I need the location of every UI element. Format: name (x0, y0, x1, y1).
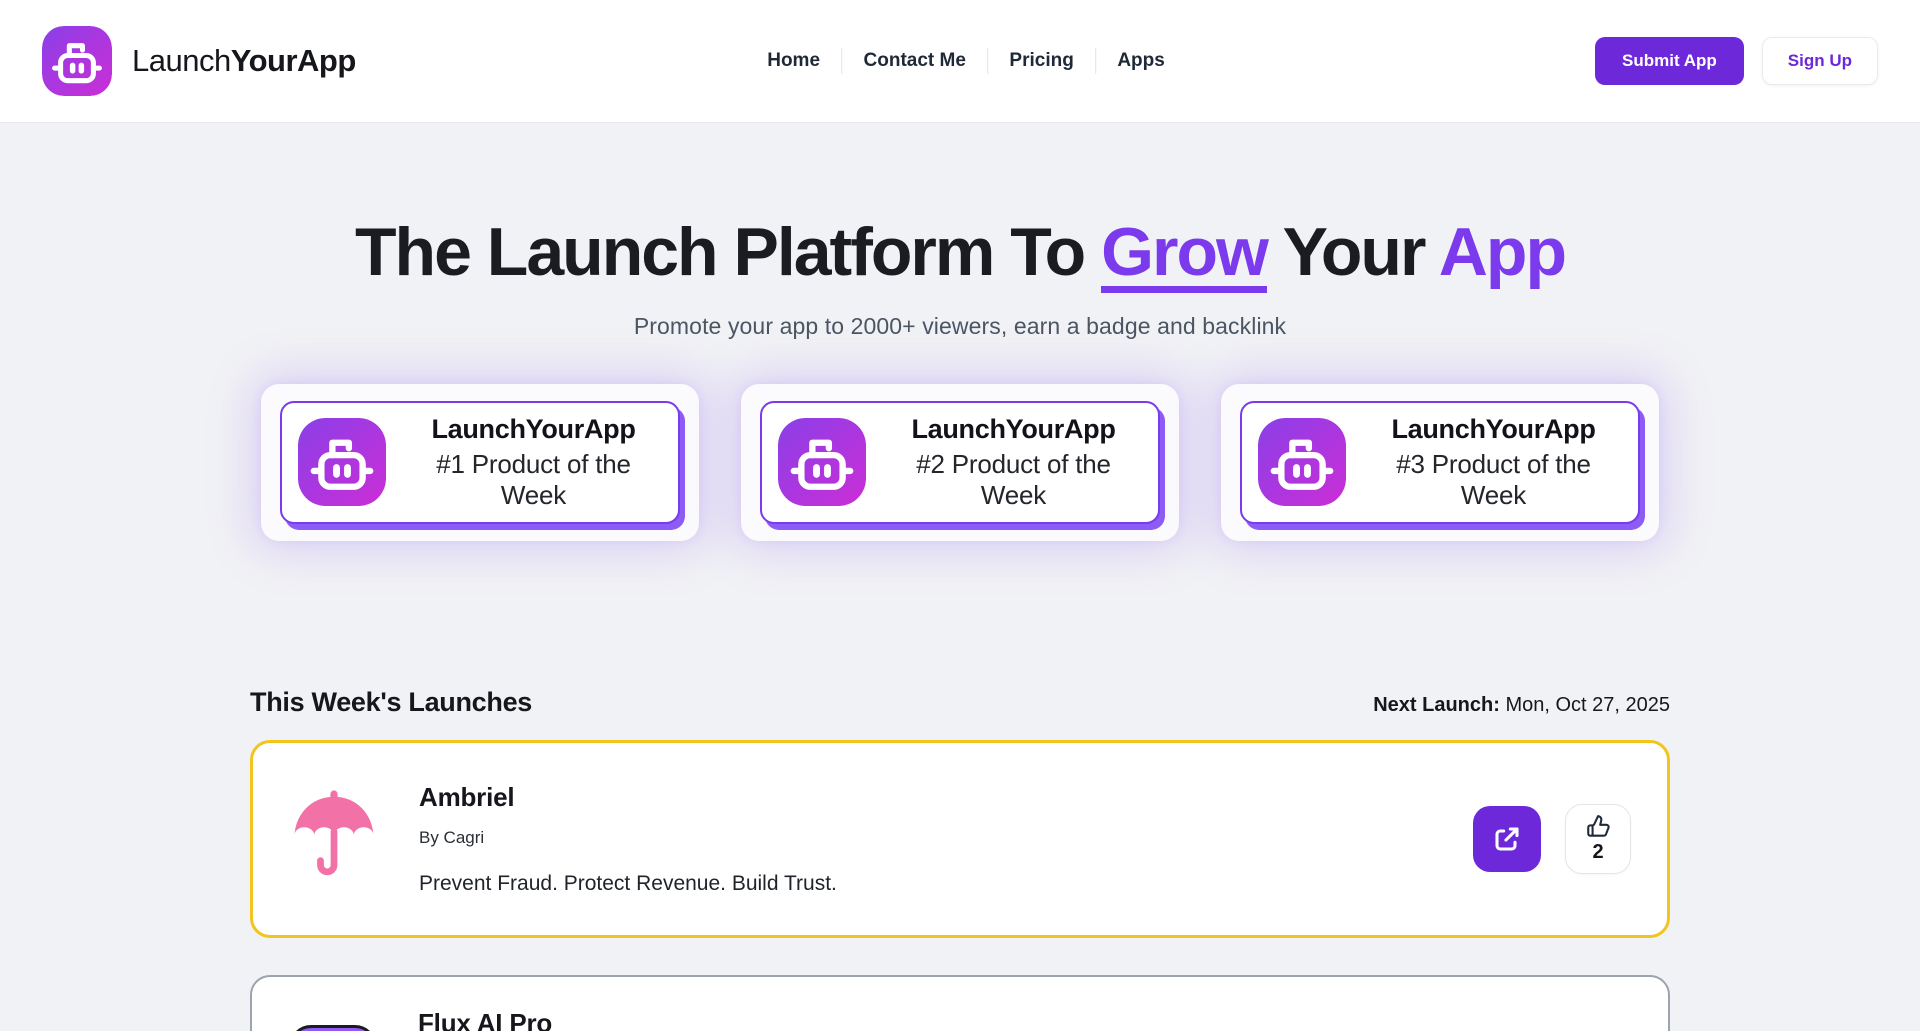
nav-item-home[interactable]: Home (765, 44, 822, 78)
next-launch: Next Launch: Mon, Oct 27, 2025 (1373, 694, 1670, 717)
badge-card-2[interactable]: LaunchYourApp #2 Product of the Week (741, 384, 1179, 541)
badge-text: LaunchYourApp #3 Product of the Week (1365, 414, 1622, 511)
badge-rank: #2 Product of the Week (885, 449, 1142, 511)
robot-icon (298, 418, 386, 506)
badge-app-name: LaunchYourApp (405, 414, 662, 445)
badge-inner: LaunchYourApp #1 Product of the Week (280, 401, 680, 524)
app-header: LaunchYourApp Home Contact Me Pricing Ap… (0, 0, 1920, 122)
nav-item-apps[interactable]: Apps (1115, 44, 1167, 78)
badges-row: LaunchYourApp #1 Product of the Week (261, 384, 1659, 541)
submit-app-button[interactable]: Submit App (1595, 37, 1744, 85)
robot-icon (778, 418, 866, 506)
hero-title-prefix: The Launch Platform To (355, 214, 1101, 290)
hero-title: The Launch Platform To Grow Your App (0, 215, 1920, 293)
thumbs-up-icon (1585, 814, 1611, 840)
badge-card-3[interactable]: LaunchYourApp #3 Product of the Week (1221, 384, 1659, 541)
brand-wordmark: LaunchYourApp (132, 43, 356, 79)
section-title: This Week's Launches (250, 687, 532, 718)
launch-actions: 2 (1473, 804, 1631, 874)
main-nav: Home Contact Me Pricing Apps (765, 44, 1167, 78)
nav-item-contact-me[interactable]: Contact Me (862, 44, 968, 78)
hero-subtitle: Promote your app to 2000+ viewers, earn … (0, 313, 1920, 340)
external-link-icon (1491, 823, 1523, 855)
app-icon (288, 1008, 378, 1031)
robot-icon (42, 26, 112, 96)
badge-inner: LaunchYourApp #3 Product of the Week (1240, 401, 1640, 524)
hero-title-highlight: Grow (1101, 220, 1267, 293)
upvote-button[interactable]: 2 (1565, 804, 1631, 874)
nav-item-pricing[interactable]: Pricing (1007, 44, 1075, 78)
launch-info: Ambriel By Cagri Prevent Fraud. Protect … (419, 782, 837, 896)
badge-app-name: LaunchYourApp (1365, 414, 1622, 445)
badge-app-name: LaunchYourApp (885, 414, 1142, 445)
brand-name-regular: Launch (132, 43, 231, 78)
next-launch-label: Next Launch: (1373, 694, 1500, 716)
nav-separator (987, 48, 989, 74)
nav-separator (1095, 48, 1097, 74)
launch-card-ambriel[interactable]: Ambriel By Cagri Prevent Fraud. Protect … (250, 740, 1670, 938)
launch-card-flux-ai-pro[interactable]: Flux AI Pro (250, 975, 1670, 1031)
nav-separator (841, 48, 843, 74)
header-actions: Submit App Sign Up (1595, 37, 1878, 85)
launch-name: Flux AI Pro (418, 1008, 552, 1031)
robot-icon (1258, 418, 1346, 506)
launch-tagline: Prevent Fraud. Protect Revenue. Build Tr… (419, 872, 837, 896)
badge-inner: LaunchYourApp #2 Product of the Week (760, 401, 1160, 524)
badge-card-1[interactable]: LaunchYourApp #1 Product of the Week (261, 384, 699, 541)
hero-title-accent: App (1439, 214, 1565, 290)
badge-text: LaunchYourApp #1 Product of the Week (405, 414, 662, 511)
umbrella-icon (289, 787, 379, 891)
sign-up-button[interactable]: Sign Up (1762, 37, 1878, 85)
launches-section: This Week's Launches Next Launch: Mon, O… (250, 687, 1670, 1031)
next-launch-date: Mon, Oct 27, 2025 (1500, 694, 1670, 716)
launches-header: This Week's Launches Next Launch: Mon, O… (250, 687, 1670, 718)
brand[interactable]: LaunchYourApp (42, 26, 356, 96)
vote-count: 2 (1592, 841, 1603, 864)
visit-app-button[interactable] (1473, 806, 1541, 872)
badge-text: LaunchYourApp #2 Product of the Week (885, 414, 1142, 511)
launch-name: Ambriel (419, 782, 837, 813)
badge-rank: #1 Product of the Week (405, 449, 662, 511)
hero-section: The Launch Platform To Grow Your App Pro… (0, 215, 1920, 541)
hero-title-mid: Your (1267, 214, 1439, 290)
launch-info: Flux AI Pro (418, 1008, 552, 1031)
brand-name-bold: YourApp (231, 43, 356, 78)
launch-author: By Cagri (419, 828, 837, 848)
badge-rank: #3 Product of the Week (1365, 449, 1622, 511)
